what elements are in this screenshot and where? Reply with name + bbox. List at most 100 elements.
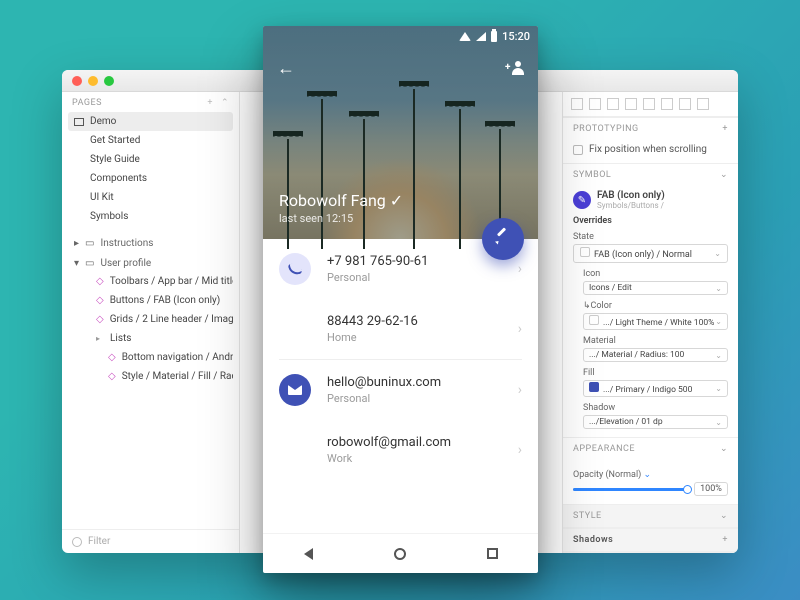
page-item[interactable]: Demo: [68, 112, 233, 131]
distribute-v-icon[interactable]: [697, 98, 709, 110]
color-dropdown[interactable]: .../ Light Theme / White 100%⌄: [583, 313, 728, 330]
layer-item[interactable]: ◇Bottom navigation / Android...: [68, 348, 233, 367]
layer-name: Toolbars / App bar / Mid title...: [110, 276, 233, 287]
symbol-name: FAB (Icon only): [597, 190, 665, 201]
page-item[interactable]: Get Started: [68, 131, 233, 150]
item-primary: robowolf@gmail.com: [327, 435, 502, 450]
symbol-icon: ◇: [108, 371, 116, 382]
chevron-right-icon: ›: [518, 261, 522, 277]
zoom-window-icon[interactable]: [104, 76, 114, 86]
chevron-down-icon: ⌄: [715, 284, 722, 293]
state-dropdown[interactable]: FAB (Icon only) / Normal⌄: [573, 244, 728, 263]
page-item[interactable]: Style Guide: [68, 150, 233, 169]
symbol-summary[interactable]: ✎ FAB (Icon only) Symbols/Buttons /: [573, 190, 728, 210]
list-item[interactable]: hello@buninux.com Personal ›: [263, 360, 538, 420]
color-label: ↳Color: [583, 301, 728, 311]
layer-item[interactable]: ◇Grids / 2 Line header / Imag...: [68, 310, 233, 329]
artboard-section[interactable]: ▾▭User profile: [68, 252, 233, 272]
opacity-label: Opacity (Normal) ⌄: [573, 470, 728, 480]
nav-back-icon[interactable]: [304, 548, 313, 560]
align-right-icon[interactable]: [607, 98, 619, 110]
symbol-icon: ◇: [96, 295, 104, 306]
layer-item[interactable]: ◇ Toolbars / App bar / Mid title...: [68, 272, 233, 291]
item-primary: hello@buninux.com: [327, 375, 502, 390]
page-name: Symbols: [90, 211, 128, 222]
plus-icon[interactable]: +: [722, 124, 728, 134]
artboard-icon: [74, 118, 84, 126]
phone-icon: [279, 253, 311, 285]
page-item[interactable]: Components: [68, 169, 233, 188]
layer-item[interactable]: ◇Buttons / FAB (Icon only): [68, 291, 233, 310]
opacity-slider[interactable]: 100%: [573, 482, 728, 496]
list-item[interactable]: robowolf@gmail.com Work ›: [263, 420, 538, 480]
close-window-icon[interactable]: [72, 76, 82, 86]
pages-header: PAGES + ⌃: [62, 92, 239, 112]
minimize-window-icon[interactable]: [88, 76, 98, 86]
contact-name: Robowolf Fang ✓: [279, 191, 403, 210]
collapse-pages-icon[interactable]: ⌃: [221, 98, 229, 108]
page-name: Get Started: [90, 135, 140, 146]
nav-recents-icon[interactable]: [487, 548, 498, 559]
plus-icon[interactable]: +: [722, 535, 728, 545]
opacity-value[interactable]: 100%: [694, 482, 728, 496]
chevron-down-icon[interactable]: ⌄: [720, 511, 728, 521]
item-primary: 88443 29-62-16: [327, 314, 502, 329]
chevron-down-icon[interactable]: ⌄: [720, 444, 728, 454]
layers-list: ▸▭Instructions ▾▭User profile ◇ Toolbars …: [62, 232, 239, 386]
chevron-down-icon: ⌄: [714, 249, 721, 258]
layer-item[interactable]: ◇Style / Material / Fill / Radius...: [68, 367, 233, 386]
contact-details-list: +7 981 765-90-61 Personal › 88443 29-62-…: [263, 239, 538, 533]
align-bottom-icon[interactable]: [661, 98, 673, 110]
style-header[interactable]: STYLE⌄: [563, 504, 738, 528]
appearance-header[interactable]: APPEARANCE⌄: [563, 437, 738, 460]
chevron-down-icon[interactable]: ⌄: [720, 170, 728, 180]
list-item[interactable]: 88443 29-62-16 Home ›: [263, 299, 538, 359]
shadow-label: Shadow: [583, 403, 728, 413]
chevron-right-icon: ›: [518, 442, 522, 458]
filter-input[interactable]: Filter: [62, 529, 239, 553]
page-item[interactable]: UI Kit: [68, 188, 233, 207]
filter-placeholder: Filter: [88, 536, 110, 547]
profile-header: 15:20 ← + Robowolf Fang ✓ last seen 12:1…: [263, 26, 538, 239]
group-label: Lists: [110, 333, 131, 344]
align-center-icon[interactable]: [589, 98, 601, 110]
last-seen: last seen 12:15: [279, 212, 403, 225]
icon-dropdown[interactable]: Icons / Edit⌄: [583, 281, 728, 295]
status-bar: 15:20: [263, 26, 538, 46]
align-middle-icon[interactable]: [643, 98, 655, 110]
filter-settings-icon[interactable]: [72, 537, 82, 547]
add-contact-icon[interactable]: +: [506, 61, 524, 75]
make-exportable-header[interactable]: MAKE EXPORTABLE+: [563, 552, 738, 553]
edit-fab[interactable]: [482, 218, 524, 260]
email-icon: [279, 374, 311, 406]
page-name: UI Kit: [90, 192, 114, 203]
state-label: State: [573, 232, 728, 242]
fill-dropdown[interactable]: .../ Primary / Indigo 500⌄: [583, 380, 728, 397]
section-label: User profile: [100, 258, 151, 269]
align-top-icon[interactable]: [625, 98, 637, 110]
checkbox-icon[interactable]: [573, 145, 583, 155]
artboard-section[interactable]: ▸▭Instructions: [68, 232, 233, 252]
align-left-icon[interactable]: [571, 98, 583, 110]
shadows-header[interactable]: Shadows+: [563, 528, 738, 552]
nav-home-icon[interactable]: [394, 548, 406, 560]
shadow-dropdown[interactable]: .../Elevation / 01 dp⌄: [583, 415, 728, 429]
icon-label: Icon: [583, 269, 728, 279]
layer-group[interactable]: ▸Lists: [68, 329, 233, 348]
page-item[interactable]: Symbols: [68, 207, 233, 226]
add-page-icon[interactable]: +: [207, 98, 213, 108]
chevron-down-icon: ⌄: [715, 418, 722, 427]
item-secondary: Personal: [327, 392, 502, 405]
back-arrow-icon[interactable]: ←: [277, 58, 295, 79]
prototyping-header[interactable]: PROTOTYPING+: [563, 117, 738, 140]
item-secondary: Personal: [327, 271, 502, 284]
material-label: Material: [583, 336, 728, 346]
symbol-icon: ◇: [96, 276, 104, 287]
phone-mockup: 15:20 ← + Robowolf Fang ✓ last seen 12:1…: [263, 26, 538, 573]
fix-position-option[interactable]: Fix position when scrolling: [563, 140, 738, 163]
signal-icon: [476, 32, 486, 41]
left-panel: PAGES + ⌃ Demo Get Started Style Guide C…: [62, 92, 240, 553]
symbol-header[interactable]: SYMBOL⌄: [563, 163, 738, 186]
distribute-h-icon[interactable]: [679, 98, 691, 110]
material-dropdown[interactable]: .../ Material / Radius: 100⌄: [583, 348, 728, 362]
